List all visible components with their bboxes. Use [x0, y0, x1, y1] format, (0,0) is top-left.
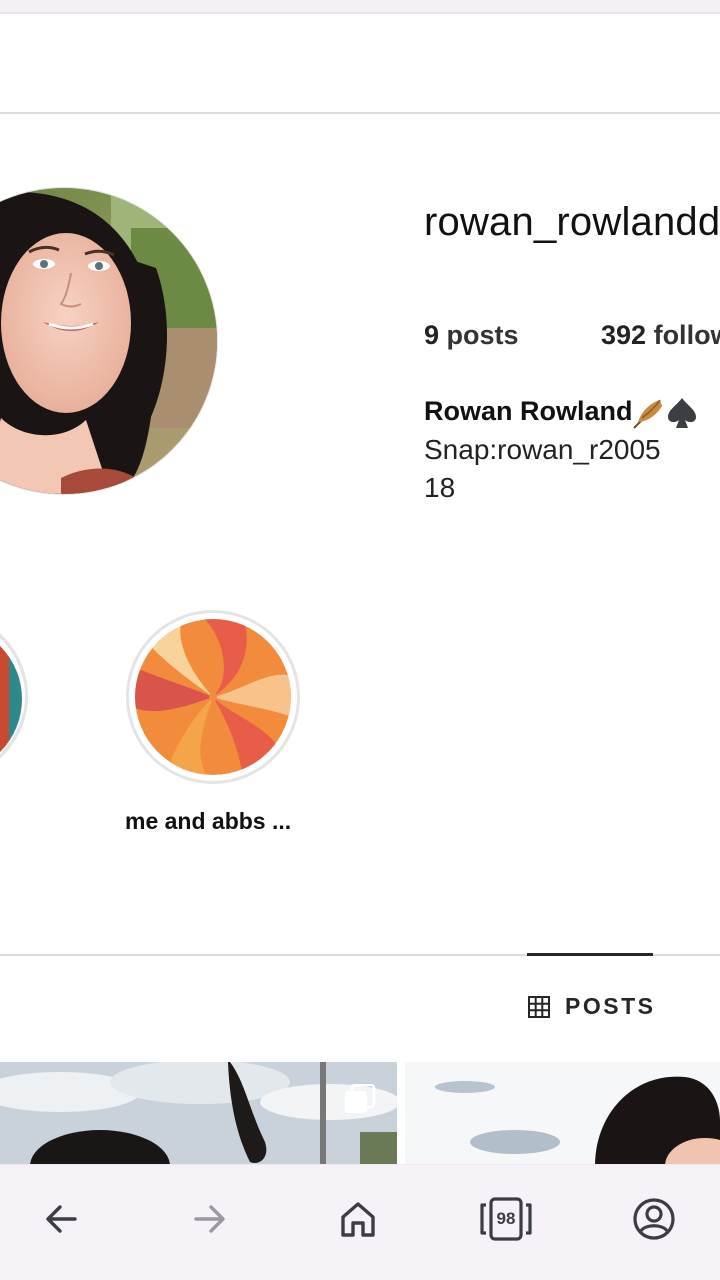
followers-label: follow	[653, 320, 720, 350]
bio-line: Snap:rowan_r2005	[424, 434, 661, 465]
profile-avatar[interactable]	[0, 187, 218, 495]
back-button[interactable]	[33, 1191, 89, 1247]
posts-count: 9	[424, 320, 440, 350]
followers-count: 392	[601, 320, 647, 350]
forward-icon	[194, 1205, 225, 1233]
highlight-label: me and abbs ...	[125, 808, 292, 834]
tab-switcher-button[interactable]: 98	[478, 1191, 534, 1247]
home-icon	[341, 1202, 375, 1237]
post-thumbnail[interactable]	[0, 1062, 397, 1166]
followers-count-stat[interactable]: 392 follow	[601, 320, 720, 351]
bio-line: 18	[424, 472, 456, 503]
tab-posts-label: POSTS	[565, 993, 656, 1019]
avatar-photo	[0, 188, 217, 494]
story-highlight[interactable]	[126, 610, 300, 784]
profile-username: rowan_rowlandd	[424, 200, 720, 244]
post-thumbnail[interactable]	[405, 1062, 720, 1166]
post-image	[0, 1062, 397, 1166]
multiple-posts-icon	[345, 1084, 376, 1113]
account-button[interactable]	[626, 1191, 682, 1247]
story-highlight[interactable]	[0, 612, 28, 780]
instagram-profile-page: rowan_rowlandd 9 posts 392 follow Rowan …	[0, 0, 720, 1280]
swirl-pattern-icon	[135, 619, 291, 775]
post-image	[405, 1062, 720, 1166]
grid-icon	[528, 995, 550, 1018]
browser-bottom-nav: 98	[0, 1164, 720, 1280]
tab-count: 98	[496, 1209, 516, 1228]
bio-emoji-group	[633, 398, 696, 429]
forward-button[interactable]	[182, 1191, 238, 1247]
back-icon	[46, 1205, 77, 1233]
posts-count-stat[interactable]: 9 posts	[424, 320, 519, 351]
feather-icon	[633, 399, 662, 429]
account-icon	[633, 1198, 675, 1240]
spade-icon	[668, 398, 696, 428]
active-tab-indicator	[527, 953, 653, 956]
home-button[interactable]	[330, 1191, 386, 1247]
profile-header-bar	[0, 16, 720, 114]
bio-full-name: Rowan Rowland	[424, 396, 633, 426]
tab-posts[interactable]: POSTS	[527, 993, 655, 1020]
browser-top-strip	[0, 0, 720, 14]
posts-label: posts	[446, 320, 519, 350]
rainbow-stripes-icon	[0, 615, 25, 777]
